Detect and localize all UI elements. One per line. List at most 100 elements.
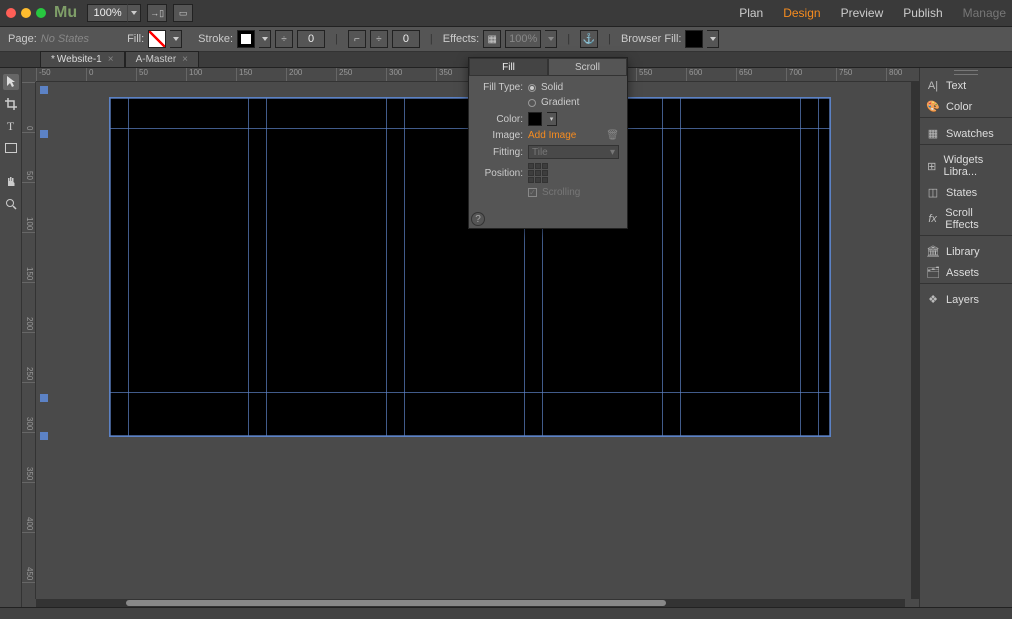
minimize-window-icon[interactable] <box>21 8 31 18</box>
panel-scroll-effects[interactable]: fx Scroll Effects <box>920 203 1012 235</box>
close-tab-icon[interactable]: × <box>182 54 188 65</box>
status-bar <box>0 607 1012 619</box>
panel-library[interactable]: 🏛 Library <box>920 241 1012 262</box>
nav-design[interactable]: Design <box>783 6 820 20</box>
nav-manage: Manage <box>963 6 1006 20</box>
help-icon[interactable]: ? <box>471 212 485 226</box>
panel-label: Scroll Effects <box>945 207 1006 231</box>
ruler-vertical[interactable]: 050100150200250300350400450500 <box>22 82 36 599</box>
library-panel-icon: 🏛 <box>926 245 940 258</box>
view-mode-button[interactable]: →▯ <box>147 4 167 22</box>
close-tab-icon[interactable]: × <box>108 54 114 65</box>
stroke-dropdown[interactable] <box>259 30 271 48</box>
zoom-dropdown[interactable] <box>127 4 141 22</box>
stroke-swatch[interactable] <box>237 30 255 48</box>
stroke-weight-stepper[interactable]: ÷ <box>275 30 293 48</box>
h-scrollbar[interactable] <box>36 599 905 607</box>
page-state-dropdown[interactable]: No States <box>41 33 89 45</box>
color-panel-icon: 🎨 <box>926 100 940 113</box>
corner-options-button[interactable]: ⌐ <box>348 30 366 48</box>
fill-label: Fill: <box>127 33 144 45</box>
corner-radius-stepper[interactable]: ÷ <box>370 30 388 48</box>
panel-color[interactable]: 🎨 Color <box>920 96 1012 117</box>
panel-label: Layers <box>946 294 979 306</box>
fill-swatch[interactable] <box>148 30 166 48</box>
image-label: Image: <box>477 130 523 141</box>
panel-label: Widgets Libra... <box>943 154 1006 178</box>
browser-fill-tabs: Fill Scroll <box>469 58 627 76</box>
screen-size-button[interactable]: ▭ <box>173 4 193 22</box>
chevron-down-icon <box>173 37 179 41</box>
right-panels: A| Text 🎨 Color ▦ Swatches ⊞Widgets Libra..… <box>919 68 1012 607</box>
fill-type-solid-label[interactable]: Solid <box>541 82 563 93</box>
nav-preview[interactable]: Preview <box>841 6 884 20</box>
zoom-window-icon[interactable] <box>36 8 46 18</box>
window-controls[interactable] <box>6 8 46 18</box>
browser-fill-swatch[interactable] <box>685 30 703 48</box>
stroke-weight-field[interactable]: 0 <box>297 30 325 48</box>
panel-assets[interactable]: 🗂Assets <box>920 262 1012 283</box>
fill-dropdown[interactable] <box>170 30 182 48</box>
nav-publish[interactable]: Publish <box>903 6 942 20</box>
close-window-icon[interactable] <box>6 8 16 18</box>
margin-handle-top[interactable] <box>40 86 48 94</box>
text-panel-icon: A| <box>926 80 940 92</box>
color-dropdown[interactable]: ▾ <box>547 112 557 126</box>
layers-panel-icon: ❖ <box>926 293 940 306</box>
fill-type-label: Fill Type: <box>477 82 523 93</box>
rectangle-tool[interactable] <box>3 140 19 156</box>
tool-palette: T <box>0 68 22 607</box>
scrollfx-panel-icon: fx <box>926 213 939 225</box>
states-panel-icon: ◫ <box>926 186 940 199</box>
position-grid <box>528 163 548 183</box>
effects-button[interactable]: ▦ <box>483 30 501 48</box>
hand-tool[interactable] <box>3 174 19 190</box>
zoom-tool[interactable] <box>3 196 19 212</box>
corner-radius-field[interactable]: 0 <box>392 30 420 48</box>
swatches-panel-icon: ▦ <box>926 127 940 140</box>
text-tool[interactable]: T <box>3 118 19 134</box>
browser-fill-tab-scroll[interactable]: Scroll <box>548 58 627 76</box>
footer-guide-handle[interactable] <box>40 394 48 402</box>
h-scrollbar-thumb[interactable] <box>126 600 666 606</box>
panel-label: Library <box>946 246 980 258</box>
tab-label: Website-1 <box>57 54 102 65</box>
browser-fill-label: Browser Fill: <box>621 33 682 45</box>
panel-widgets[interactable]: ⊞Widgets Libra... <box>920 150 1012 182</box>
effects-opacity-field[interactable]: 100% <box>505 30 541 48</box>
nav-plan[interactable]: Plan <box>739 6 763 20</box>
control-bar: Page: No States Fill: Stroke: ÷ 0 | ⌐ ÷ … <box>0 27 1012 52</box>
crop-tool[interactable] <box>3 96 19 112</box>
tab-website-1[interactable]: *Website-1× <box>40 51 125 67</box>
app-titlebar: Mu 100% →▯ ▭ Plan Design Preview Publish… <box>0 0 1012 27</box>
fill-type-gradient-label[interactable]: Gradient <box>541 97 579 108</box>
margin-handle-bottom[interactable] <box>40 432 48 440</box>
color-label: Color: <box>477 114 523 125</box>
panel-swatches[interactable]: ▦ Swatches <box>920 123 1012 144</box>
delete-image-icon[interactable]: 🗑 <box>606 130 619 141</box>
header-guide-handle[interactable] <box>40 130 48 138</box>
panel-grip[interactable] <box>920 68 1012 76</box>
assets-panel-icon: 🗂 <box>926 266 940 279</box>
fitting-label: Fitting: <box>477 147 523 158</box>
zoom-field[interactable]: 100% <box>87 4 127 22</box>
selection-tool[interactable] <box>3 74 19 90</box>
panel-label: Swatches <box>946 128 994 140</box>
fill-type-gradient-radio[interactable] <box>528 99 536 107</box>
panel-states[interactable]: ◫States <box>920 182 1012 203</box>
tab-a-master[interactable]: A-Master× <box>125 51 199 67</box>
chevron-down-icon <box>262 37 268 41</box>
add-image-link[interactable]: Add Image <box>528 130 576 141</box>
browser-fill-tab-fill[interactable]: Fill <box>469 58 548 76</box>
browser-fill-dropdown[interactable] <box>707 30 719 48</box>
panel-label: Color <box>946 101 972 113</box>
main-nav: Plan Design Preview Publish Manage <box>739 6 1006 20</box>
fill-type-solid-radio[interactable] <box>528 84 536 92</box>
panel-label: Text <box>946 80 966 92</box>
anchor-button[interactable]: ⚓ <box>580 30 598 48</box>
color-swatch[interactable] <box>528 112 542 126</box>
panel-layers[interactable]: ❖ Layers <box>920 289 1012 310</box>
effects-opacity-dropdown[interactable] <box>545 30 557 48</box>
panel-text[interactable]: A| Text <box>920 76 1012 96</box>
v-scrollbar[interactable] <box>911 82 919 599</box>
